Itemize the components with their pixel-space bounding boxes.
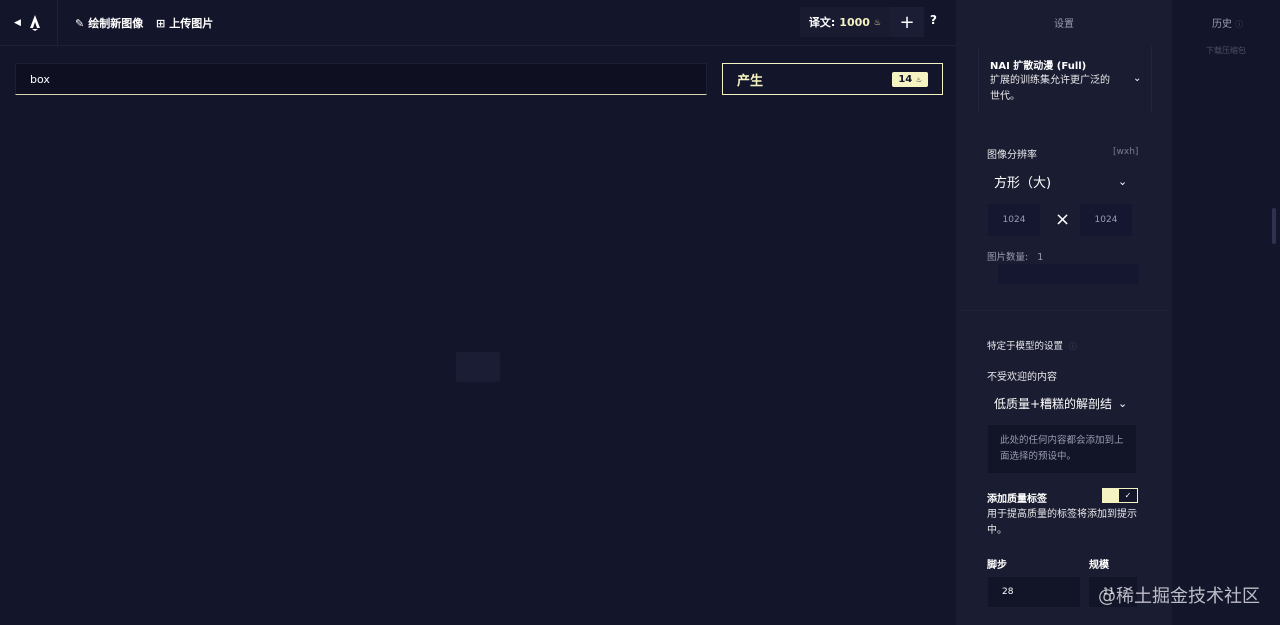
model-description: 扩展的训练集允许更广泛的世代。 bbox=[990, 75, 1110, 102]
pencil-icon: ✎ bbox=[75, 16, 85, 30]
quality-tags-toggle[interactable]: ✓ bbox=[1102, 488, 1138, 503]
quality-tags-label: 添加质量标签 bbox=[987, 494, 1047, 505]
image-count-value: 1 bbox=[1037, 252, 1044, 263]
height-input[interactable]: 1024 bbox=[1080, 204, 1132, 236]
help-circle-icon[interactable]: ⓘ bbox=[1235, 20, 1243, 29]
top-bar: ◀ ✎ 绘制新图像 ⊞ 上传图片 译文: 1000 ♨ + ? bbox=[0, 0, 956, 46]
undesired-content-textarea[interactable]: 此处的任何内容都会添加到上面选择的预设中。 bbox=[988, 425, 1136, 473]
history-title: 历史 ⓘ bbox=[1212, 15, 1243, 30]
prompt-value: box bbox=[30, 72, 50, 86]
model-specific-text: 特定于模型的设置 bbox=[987, 341, 1064, 352]
generate-cost-value: 14 bbox=[898, 73, 913, 85]
width-input[interactable]: 1024 bbox=[988, 204, 1040, 236]
quality-tags-description: 用于提高质量的标签将添加到提示中。 bbox=[987, 509, 1137, 536]
image-count-label: 图片数量: 1 bbox=[987, 249, 1043, 263]
help-button[interactable]: ? bbox=[930, 13, 937, 27]
upload-label: 上传图片 bbox=[169, 17, 214, 30]
anlas-value: 1000 bbox=[839, 15, 870, 29]
draw-new-image-button[interactable]: ✎ 绘制新图像 bbox=[75, 15, 143, 31]
chevron-down-icon: ⌄ bbox=[1133, 73, 1142, 84]
prompt-input[interactable]: box bbox=[15, 63, 707, 95]
watermark: @稀土掘金技术社区 bbox=[1098, 586, 1260, 607]
upload-icon: ⊞ bbox=[156, 16, 166, 30]
steps-input[interactable]: 28 bbox=[988, 577, 1080, 607]
generate-label: 产生 bbox=[737, 73, 764, 89]
draw-new-label: 绘制新图像 bbox=[88, 17, 144, 30]
chevron-down-icon: ⌄ bbox=[1118, 397, 1128, 410]
settings-title: 设置 bbox=[1054, 19, 1074, 30]
undesired-preset-select[interactable]: 低质量+糟糕的解剖结 bbox=[988, 390, 1136, 416]
settings-panel: 设置 NAI 扩散动漫 (Full) 扩展的训练集允许更广泛的世代。 ⌄ 图像分… bbox=[956, 0, 1172, 625]
resolution-label: 图像分辨率 bbox=[987, 150, 1037, 161]
anlas-icon: ♨ bbox=[873, 17, 882, 27]
help-circle-icon[interactable]: ⓘ bbox=[1069, 342, 1077, 351]
scale-label: 规模 bbox=[1089, 560, 1109, 571]
buy-anlas-button[interactable]: + bbox=[890, 7, 924, 37]
image-placeholder bbox=[456, 352, 500, 382]
chevron-left-icon[interactable]: ◀ bbox=[14, 18, 21, 28]
scrollbar[interactable] bbox=[1272, 208, 1276, 244]
logo-area[interactable]: ◀ bbox=[0, 0, 58, 46]
image-count-slider[interactable] bbox=[998, 264, 1139, 284]
resolution-preset-value: 方形（大) bbox=[994, 175, 1052, 191]
history-title-text: 历史 bbox=[1212, 19, 1232, 30]
resolution-preset-select[interactable]: 方形（大) bbox=[988, 168, 1136, 194]
undesired-preset-value: 低质量+糟糕的解剖结 bbox=[994, 396, 1113, 411]
anlas-icon: ♨ bbox=[915, 75, 922, 84]
history-panel: 历史 ⓘ 下载压缩包 bbox=[1172, 0, 1280, 625]
novelai-logo-icon bbox=[29, 15, 40, 31]
generate-cost-badge: 14 ♨ bbox=[892, 71, 928, 87]
model-selector[interactable]: NAI 扩散动漫 (Full) 扩展的训练集允许更广泛的世代。 ⌄ bbox=[978, 46, 1152, 112]
generate-button[interactable]: 产生 14 ♨ bbox=[722, 63, 943, 95]
upload-image-button[interactable]: ⊞ 上传图片 bbox=[156, 15, 213, 31]
chevron-down-icon: ⌄ bbox=[1118, 175, 1128, 188]
image-count-label-text: 图片数量: bbox=[987, 252, 1029, 263]
download-zip-button[interactable]: 下载压缩包 bbox=[1206, 45, 1246, 56]
model-specific-label: 特定于模型的设置 ⓘ bbox=[987, 338, 1077, 352]
steps-label: 脚步 bbox=[987, 560, 1007, 571]
anlas-balance: 译文: 1000 ♨ bbox=[800, 7, 890, 37]
anlas-label: 译文: bbox=[808, 16, 836, 29]
divider bbox=[956, 310, 1172, 311]
resolution-hint: [wxh] bbox=[1113, 147, 1139, 157]
check-icon: ✓ bbox=[1119, 489, 1137, 502]
times-icon: × bbox=[1055, 209, 1071, 230]
undesired-content-label: 不受欢迎的内容 bbox=[987, 372, 1057, 383]
model-name: NAI 扩散动漫 (Full) bbox=[990, 61, 1087, 72]
